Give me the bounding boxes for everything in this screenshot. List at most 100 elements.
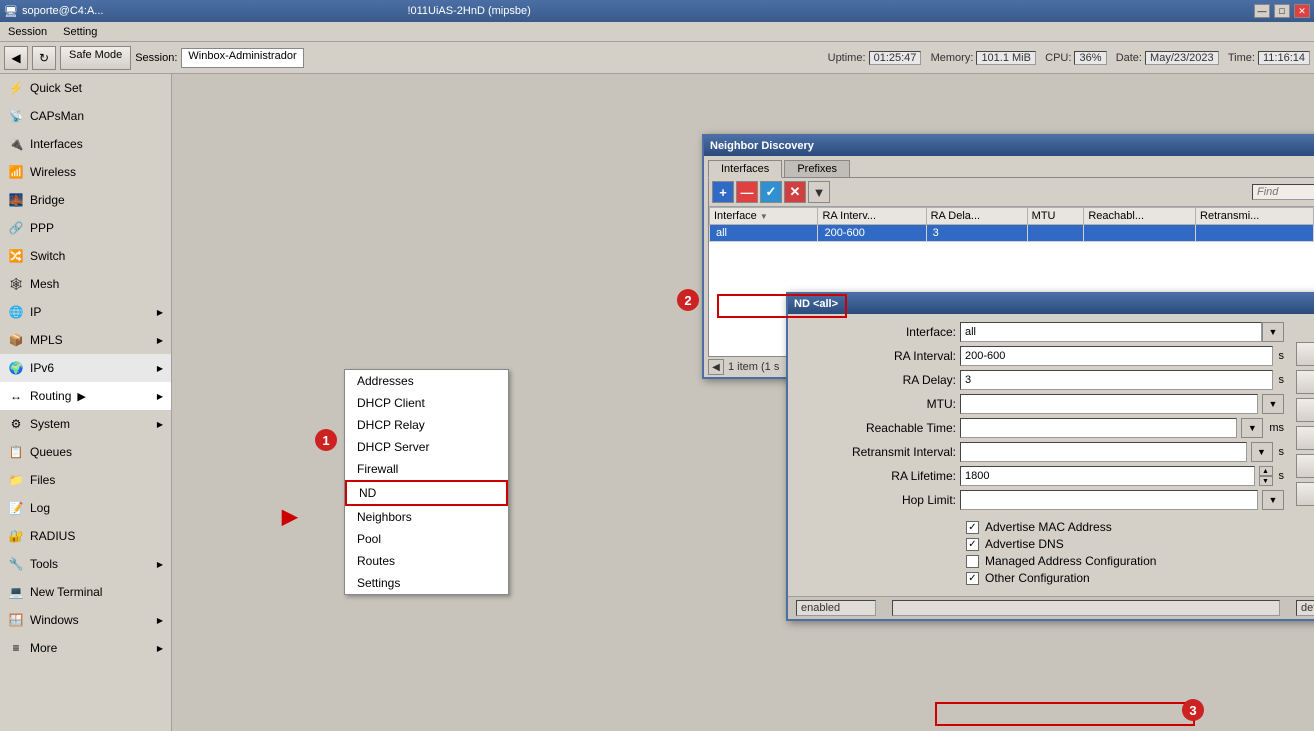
advertise-mac-label: Advertise MAC Address (985, 520, 1112, 534)
ra-interval-row: RA Interval: s (796, 346, 1284, 366)
other-config-checkbox[interactable]: ✓ (966, 572, 979, 585)
submenu-routes[interactable]: Routes (345, 550, 508, 572)
nd-filter-button[interactable]: ▼ (808, 181, 830, 203)
sidebar-item-radius[interactable]: 🔐 RADIUS (0, 522, 171, 550)
ok-button[interactable]: OK (1296, 342, 1314, 366)
submenu-dhcp-client[interactable]: DHCP Client (345, 392, 508, 414)
submenu-dhcp-server[interactable]: DHCP Server (345, 436, 508, 458)
more-icon: ≡ (8, 640, 24, 656)
sidebar-label-quick-set: Quick Set (30, 81, 82, 95)
ra-lifetime-spinner[interactable]: ▲ ▼ (1259, 466, 1273, 486)
refresh-button[interactable]: ↻ (32, 46, 56, 70)
sidebar-item-mesh[interactable]: 🕸 Mesh (0, 270, 171, 298)
remove-button[interactable]: Remove (1296, 482, 1314, 506)
app-title: !011UiAS-2HnD (mipsbe) (407, 5, 530, 17)
nd-find-input[interactable] (1252, 184, 1314, 200)
sidebar-item-queues[interactable]: 📋 Queues (0, 438, 171, 466)
scroll-left-button[interactable]: ◀ (708, 359, 724, 375)
submenu-neighbors[interactable]: Neighbors (345, 506, 508, 528)
hop-limit-input[interactable] (960, 490, 1258, 510)
mtu-row: MTU: ▼ (796, 394, 1284, 414)
footer-status: enabled (796, 600, 876, 616)
managed-address-label: Managed Address Configuration (985, 554, 1156, 568)
wireless-icon: 📶 (8, 164, 24, 180)
sidebar-item-wireless[interactable]: 📶 Wireless (0, 158, 171, 186)
capsman-icon: 📡 (8, 108, 24, 124)
minimize-button[interactable]: — (1254, 4, 1270, 18)
menu-session[interactable]: Session (4, 25, 51, 39)
apply-button[interactable]: Apply (1296, 398, 1314, 422)
advertise-mac-checkbox[interactable]: ✓ (966, 521, 979, 534)
sidebar-item-ip[interactable]: 🌐 IP (0, 298, 171, 326)
sidebar-item-ppp[interactable]: 🔗 PPP (0, 214, 171, 242)
nd-enable-button[interactable]: ✓ (760, 181, 782, 203)
submenu-pool[interactable]: Pool (345, 528, 508, 550)
interface-dropdown[interactable]: ▼ (1262, 322, 1284, 342)
sidebar-item-windows[interactable]: 🪟 Windows (0, 606, 171, 634)
sidebar-item-interfaces[interactable]: 🔌 Interfaces (0, 130, 171, 158)
menu-setting[interactable]: Setting (59, 25, 101, 39)
maximize-button[interactable]: □ (1274, 4, 1290, 18)
submenu-firewall[interactable]: Firewall (345, 458, 508, 480)
sidebar-item-tools[interactable]: 🔧 Tools (0, 550, 171, 578)
managed-address-checkbox[interactable] (966, 555, 979, 568)
advertise-dns-row: ✓ Advertise DNS (966, 537, 1284, 551)
main-layout: ⚡ Quick Set 📡 CAPsMan 🔌 Interfaces 📶 Wir… (0, 74, 1314, 731)
disable-button[interactable]: Disable (1296, 426, 1314, 450)
advertise-dns-checkbox[interactable]: ✓ (966, 538, 979, 551)
interface-row: Interface: ▼ (796, 322, 1284, 342)
ipv6-icon: 🌍 (8, 360, 24, 376)
sidebar-item-ipv6[interactable]: 🌍 IPv6 (0, 354, 171, 382)
sidebar-item-capsman[interactable]: 📡 CAPsMan (0, 102, 171, 130)
nd-disable-button[interactable]: ✕ (784, 181, 806, 203)
reachable-dropdown[interactable]: ▼ (1241, 418, 1263, 438)
sidebar-label-mesh: Mesh (30, 277, 59, 291)
reachable-time-input[interactable] (960, 418, 1237, 438)
cancel-button[interactable]: Cancel (1296, 370, 1314, 394)
mtu-input[interactable] (960, 394, 1258, 414)
ra-lifetime-up[interactable]: ▲ (1259, 466, 1273, 476)
submenu-settings[interactable]: Settings (345, 572, 508, 594)
retransmit-input[interactable] (960, 442, 1247, 462)
copy-button[interactable]: Copy (1296, 454, 1314, 478)
tab-interfaces[interactable]: Interfaces (708, 160, 782, 178)
submenu-addresses[interactable]: Addresses (345, 370, 508, 392)
sidebar-label-interfaces: Interfaces (30, 137, 83, 151)
back-button[interactable]: ◀ (4, 46, 28, 70)
interface-input[interactable] (960, 322, 1262, 342)
menu-bar: Session Setting (0, 22, 1314, 42)
sidebar-item-files[interactable]: 📁 Files (0, 466, 171, 494)
sidebar-item-quick-set[interactable]: ⚡ Quick Set (0, 74, 171, 102)
ra-interval-unit: s (1279, 350, 1285, 362)
ra-lifetime-input[interactable] (960, 466, 1255, 486)
close-button[interactable]: ✕ (1294, 4, 1310, 18)
ra-lifetime-down[interactable]: ▼ (1259, 476, 1273, 486)
sidebar-item-more[interactable]: ≡ More (0, 634, 171, 662)
submenu-nd[interactable]: ND (345, 480, 508, 506)
safe-mode-button[interactable]: Safe Mode (60, 46, 131, 70)
ip-icon: 🌐 (8, 304, 24, 320)
sidebar-item-log[interactable]: 📝 Log (0, 494, 171, 522)
mtu-dropdown[interactable]: ▼ (1262, 394, 1284, 414)
sidebar-item-routing[interactable]: ↔ Routing ▶ (0, 382, 171, 410)
retransmit-dropdown[interactable]: ▼ (1251, 442, 1273, 462)
col-retransmit: Retransmi... (1196, 208, 1314, 225)
nd-add-button[interactable]: + (712, 181, 734, 203)
sidebar-item-bridge[interactable]: 🌉 Bridge (0, 186, 171, 214)
nd-dialog-body: Interface: ▼ RA Interval: s (788, 314, 1314, 596)
table-row[interactable]: all 200-600 3 1 (710, 225, 1314, 242)
toolbar: ◀ ↻ Safe Mode Session: Winbox-Administra… (0, 42, 1314, 74)
sidebar-item-system[interactable]: ⚙ System (0, 410, 171, 438)
tab-prefixes[interactable]: Prefixes (784, 160, 850, 177)
sidebar-item-mpls[interactable]: 📦 MPLS (0, 326, 171, 354)
nd-remove-button[interactable]: — (736, 181, 758, 203)
status-bar: Uptime: 01:25:47 Memory: 101.1 MiB CPU: … (308, 51, 1310, 65)
sidebar-item-new-terminal[interactable]: 💻 New Terminal (0, 578, 171, 606)
memory-label: Memory: (931, 52, 974, 64)
submenu-dhcp-relay[interactable]: DHCP Relay (345, 414, 508, 436)
ra-delay-input[interactable] (960, 370, 1273, 390)
sidebar-item-switch[interactable]: 🔀 Switch (0, 242, 171, 270)
hop-limit-dropdown[interactable]: ▼ (1262, 490, 1284, 510)
interface-label: Interface: (796, 325, 956, 339)
ra-interval-input[interactable] (960, 346, 1273, 366)
